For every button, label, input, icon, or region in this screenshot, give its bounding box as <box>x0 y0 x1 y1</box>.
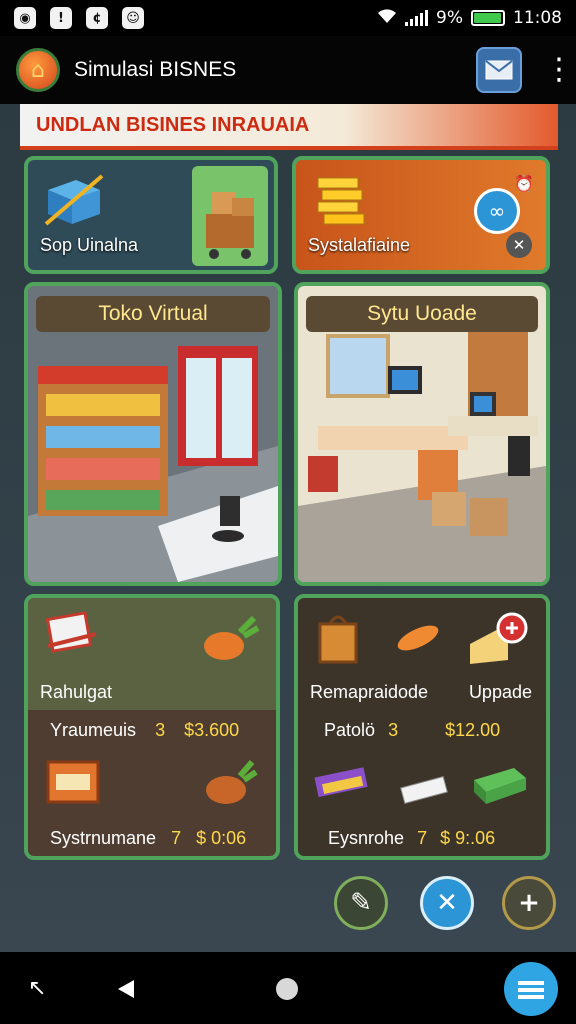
battery-percent: 9% <box>436 8 463 28</box>
back-icon[interactable] <box>116 978 136 1004</box>
box-icon <box>42 172 106 232</box>
carrot-icon <box>202 758 258 814</box>
item-count: 7 <box>417 828 428 848</box>
item-name: Yraumeuis <box>50 720 137 740</box>
circle-status-icon: ◉ <box>14 7 36 29</box>
keyboard-icon[interactable] <box>504 962 558 1016</box>
home-icon[interactable]: ⌂ <box>16 48 60 92</box>
close-icon[interactable]: ✕ <box>420 876 474 930</box>
app-icon: ☺ <box>122 7 144 29</box>
card-label: Sop Uinalna <box>40 235 139 255</box>
gold-bars-icon <box>312 172 370 230</box>
cheese-icon <box>466 610 530 674</box>
link-icon[interactable]: ∞ <box>474 188 520 234</box>
card-inventory-left[interactable]: Rahulgat Yraumeuis 3 $3.600 Systrnumane … <box>24 594 280 860</box>
section-label: Rahulgat <box>40 682 113 702</box>
notification-icon: ! <box>50 7 72 29</box>
wifi-icon <box>377 8 397 29</box>
item-name: Patolö <box>324 720 376 740</box>
home-button[interactable] <box>276 978 298 1000</box>
price-row-1: Patolö 3 $12.00 <box>324 720 500 741</box>
navigation-bar: ↖ <box>0 952 576 1024</box>
card-inventory-right[interactable]: Remapraidode Uppade Patolö 3 $12.00 Eysn… <box>294 594 550 860</box>
mail-icon[interactable] <box>476 47 522 93</box>
section-label-upgrade[interactable]: Uppade <box>469 682 532 703</box>
item-count: 3 <box>155 720 166 740</box>
item-name: Systrnumane <box>50 828 157 848</box>
item-price: $3.600 <box>184 720 240 740</box>
app-title: Simulasi BISNES <box>74 58 237 81</box>
battery-icon <box>471 10 505 26</box>
bag-icon <box>314 610 364 670</box>
item-count: 7 <box>171 828 182 848</box>
message-icon: ¢ <box>86 7 108 29</box>
item-price: $12.00 <box>445 720 501 740</box>
crate-icon <box>44 754 104 812</box>
package-tile <box>192 166 268 266</box>
alarm-icon: ⏰ <box>514 174 534 193</box>
ticket-icon <box>312 762 372 810</box>
price-row-2: Systrnumane 7 $ 0:06 <box>50 828 246 849</box>
carrot-icon <box>394 616 450 660</box>
main-content: UNDLAN BISINES INRAUAIA Sop Uinalna ∞ ⏰ … <box>0 104 576 952</box>
price-row-1: Yraumeuis 3 $3.600 <box>50 720 239 741</box>
signal-icon <box>405 10 429 26</box>
bar-icon <box>398 770 452 814</box>
section-label: Remapraidode <box>310 682 429 702</box>
edit-icon[interactable]: ✎ <box>334 876 388 930</box>
price-row-2: Eysnrohe 7 $ 9:.06 <box>328 828 495 849</box>
ticket-icon <box>44 610 102 664</box>
card-sop-uinalna[interactable]: Sop Uinalna <box>24 156 278 274</box>
banner: UNDLAN BISINES INRAUAIA <box>20 104 558 150</box>
item-count: 3 <box>388 720 399 740</box>
add-icon[interactable]: + <box>502 876 556 930</box>
card-toko-virtual[interactable]: Toko Virtual <box>24 282 282 586</box>
clock: 11:08 <box>513 8 562 28</box>
item-price: $ 9:.06 <box>440 828 496 848</box>
card-systalafiaine[interactable]: ∞ ⏰ ✕ Systalafiaine <box>292 156 550 274</box>
status-bar: ◉ ! ¢ ☺ 9% 11:08 <box>0 0 576 36</box>
card-title: Sytu Uoade <box>306 296 538 332</box>
card-sytu-uoade[interactable]: Sytu Uoade <box>294 282 550 586</box>
item-name: Eysnrohe <box>328 828 405 848</box>
app-bar: ⌂ Simulasi BISNES ⋮ <box>0 36 576 104</box>
item-price: $ 0:06 <box>196 828 247 848</box>
back-gesture-icon[interactable]: ↖ <box>28 976 46 1001</box>
card-title: Toko Virtual <box>36 296 270 332</box>
box-icon <box>470 760 530 812</box>
card-label: Systalafiaine <box>308 235 411 255</box>
more-vert-icon[interactable]: ⋮ <box>544 55 574 85</box>
settings-icon[interactable]: ✕ <box>506 232 532 258</box>
carrot-icon <box>200 612 260 672</box>
